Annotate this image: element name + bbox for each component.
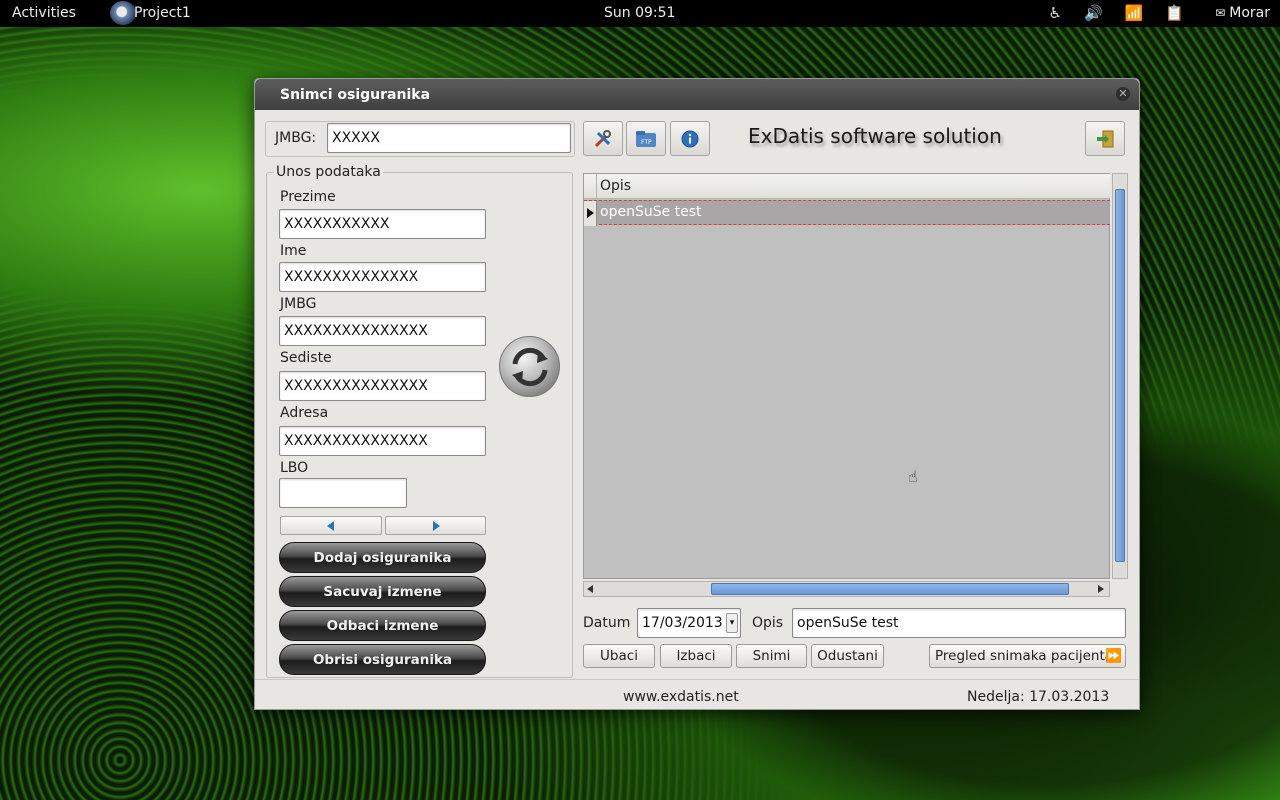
recordings-grid[interactable]: Opis openSuSe test: [583, 173, 1110, 579]
arrow-left-icon: [327, 520, 334, 531]
clock[interactable]: Sun 09:51: [604, 5, 675, 21]
wifi-icon[interactable]: 📶: [1125, 4, 1144, 22]
prezime-field[interactable]: XXXXXXXXXXX: [279, 209, 486, 239]
ftp-button[interactable]: FTP: [626, 121, 666, 156]
settings-button[interactable]: [583, 121, 623, 156]
insert-button[interactable]: Ubaci: [583, 644, 655, 668]
vertical-scroll-thumb[interactable]: [1115, 189, 1125, 562]
adresa-field[interactable]: XXXXXXXXXXXXXXX: [279, 426, 486, 456]
lbo-field[interactable]: [279, 478, 407, 508]
accessibility-icon[interactable]: ♿: [1048, 4, 1061, 22]
top-bar: Activities Project1 Sun 09:51 ♿ 🔊 📶 📋 ✉ M…: [0, 0, 1280, 27]
horizontal-scrollbar[interactable]: [583, 581, 1110, 597]
main-window: Snimci osiguranika ✕ JMBG: XXXXX FTP ExD…: [254, 78, 1140, 710]
grid-header: Opis: [584, 174, 1110, 199]
group-title: Unos podataka: [274, 164, 383, 180]
table-row[interactable]: openSuSe test: [584, 200, 1110, 226]
jmbg-label: JMBG: [280, 296, 317, 312]
lbo-label: LBO: [280, 460, 309, 476]
arrow-right-icon: [432, 520, 440, 531]
status-bar: www.exdatis.net Nedelja: 17.03.2013: [255, 679, 1139, 710]
save-changes-button[interactable]: Sacuvaj izmene: [279, 576, 486, 607]
jmbg-search-label: JMBG:: [275, 130, 317, 146]
delete-insured-button[interactable]: Obrisi osiguranika: [279, 644, 486, 675]
grid-cell-opis[interactable]: openSuSe test: [600, 204, 702, 220]
record-button[interactable]: Snimi: [736, 644, 807, 668]
exit-button[interactable]: [1085, 121, 1125, 156]
website-link[interactable]: www.exdatis.net: [623, 689, 739, 705]
datum-picker[interactable]: 17/03/2013 ▾: [637, 608, 741, 638]
sediste-field[interactable]: XXXXXXXXXXXXXXX: [279, 371, 486, 401]
app-logo-icon: [110, 1, 136, 25]
refresh-button[interactable]: [499, 336, 560, 397]
patient-recordings-label: Pregled snimaka pacijenta: [935, 648, 1114, 664]
row-indicator: [584, 201, 597, 226]
info-button[interactable]: [670, 121, 710, 156]
next-record-button[interactable]: [385, 516, 486, 535]
scroll-right-icon[interactable]: [1098, 585, 1104, 593]
previous-record-button[interactable]: [280, 516, 382, 535]
svg-text:FTP: FTP: [641, 139, 652, 146]
chevron-down-icon[interactable]: ▾: [726, 613, 738, 633]
refresh-icon: [511, 347, 548, 386]
prezime-label: Prezime: [280, 189, 336, 205]
clipboard-icon[interactable]: 📋: [1165, 4, 1184, 22]
status-date: Nedelja: 17.03.2013: [967, 689, 1110, 705]
hand-cursor-icon: ☝: [908, 467, 918, 486]
fast-forward-icon: ⏩: [1105, 648, 1122, 664]
datum-label: Datum: [583, 615, 631, 631]
horizontal-scroll-thumb[interactable]: [711, 583, 1069, 595]
datum-value: 17/03/2013: [642, 615, 723, 631]
user-icon: ✉: [1215, 6, 1226, 20]
app-menu[interactable]: Project1: [134, 5, 191, 21]
exit-door-icon: [1097, 130, 1114, 147]
info-icon: [681, 130, 699, 147]
grid-header-corner: [584, 174, 597, 199]
jmbg-search-input[interactable]: XXXXX: [327, 123, 571, 153]
adresa-label: Adresa: [280, 405, 329, 421]
patient-recordings-button[interactable]: Pregled snimaka pacijenta ⏩: [929, 644, 1126, 668]
grid-column-opis[interactable]: Opis: [600, 178, 631, 194]
jmbg-search-box: JMBG: XXXXX: [265, 121, 575, 157]
add-insured-button[interactable]: Dodaj osiguranika: [279, 542, 486, 573]
ime-label: Ime: [280, 243, 307, 259]
ftp-folder-icon: FTP: [636, 130, 656, 147]
cancel-button[interactable]: Odustani: [811, 644, 884, 668]
system-tray: ♿ 🔊 📶 📋: [1048, 4, 1184, 22]
brand-title: ExDatis software solution: [748, 124, 1002, 148]
row-pointer-icon: [587, 208, 594, 218]
close-icon[interactable]: ✕: [1116, 87, 1130, 101]
opis-label: Opis: [752, 615, 784, 631]
vertical-scrollbar[interactable]: [1112, 173, 1128, 579]
tools-icon: [594, 129, 611, 147]
opis-field[interactable]: openSuSe test: [792, 608, 1126, 638]
user-name: Morar: [1229, 5, 1270, 21]
window-title: Snimci osiguranika: [280, 87, 431, 103]
remove-button[interactable]: Izbaci: [660, 644, 732, 668]
discard-changes-button[interactable]: Odbaci izmene: [279, 610, 486, 641]
title-bar[interactable]: Snimci osiguranika ✕: [255, 79, 1139, 110]
ime-field[interactable]: XXXXXXXXXXXXXX: [279, 262, 486, 292]
activities-button[interactable]: Activities: [12, 5, 76, 21]
volume-icon[interactable]: 🔊: [1084, 4, 1103, 22]
sediste-label: Sediste: [280, 350, 332, 366]
scroll-left-icon[interactable]: [587, 585, 593, 593]
user-menu[interactable]: ✉ Morar: [1215, 5, 1270, 21]
jmbg-field[interactable]: XXXXXXXXXXXXXXX: [279, 316, 486, 346]
